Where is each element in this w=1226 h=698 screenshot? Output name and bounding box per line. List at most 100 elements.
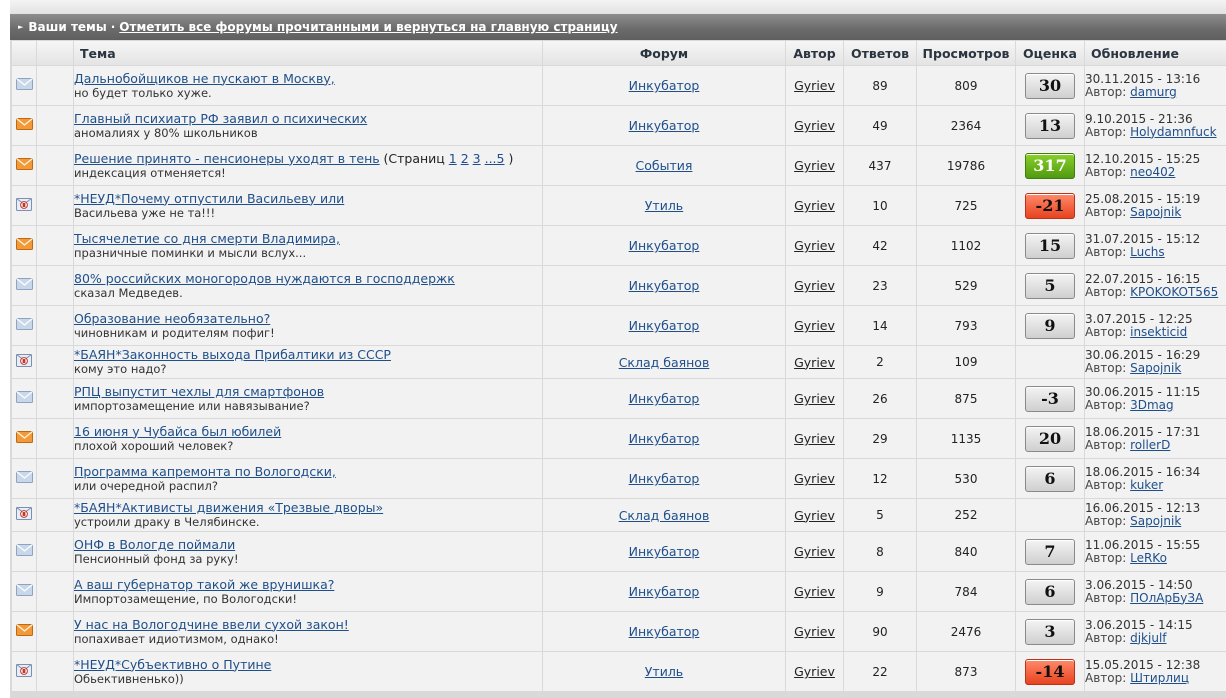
envelope-read-icon[interactable] xyxy=(15,318,33,333)
rating-badge[interactable]: 6 xyxy=(1025,465,1075,492)
topic-title-link[interactable]: *БАЯН*Активисты движения «Трезвые дворы» xyxy=(74,500,383,515)
author-link[interactable]: Gyriev xyxy=(794,78,835,93)
envelope-read-icon[interactable] xyxy=(15,471,33,486)
replies-count[interactable]: 29 xyxy=(844,419,916,458)
forum-link[interactable]: Инкубатор xyxy=(629,624,700,639)
author-link[interactable]: Gyriev xyxy=(794,508,835,523)
topic-status-cell[interactable] xyxy=(12,532,36,571)
envelope-read-icon[interactable] xyxy=(15,391,33,406)
replies-count[interactable]: 42 xyxy=(844,226,916,265)
col-updated[interactable]: Обновление xyxy=(1085,41,1226,65)
updated-by-link[interactable]: damurg xyxy=(1130,85,1177,99)
envelope-read-icon[interactable] xyxy=(15,278,33,293)
envelope-hot-icon[interactable] xyxy=(15,118,33,133)
forum-link[interactable]: Инкубатор xyxy=(629,471,700,486)
envelope-hot-icon[interactable] xyxy=(15,431,33,446)
rating-badge[interactable]: 6 xyxy=(1025,578,1075,605)
rating-badge[interactable]: -21 xyxy=(1025,192,1075,219)
topic-title-link[interactable]: *НЕУД*Субъективно о Путине xyxy=(74,657,271,672)
updated-by-link[interactable]: Sapojnik xyxy=(1130,361,1181,375)
mark-all-read-link[interactable]: Отметить все форумы прочитанными и верну… xyxy=(119,20,617,34)
replies-count[interactable]: 8 xyxy=(844,532,916,571)
topic-status-cell[interactable] xyxy=(12,146,36,185)
topic-status-cell[interactable] xyxy=(12,306,36,345)
updated-by-link[interactable]: kuker xyxy=(1130,478,1163,492)
author-link[interactable]: Gyriev xyxy=(794,158,835,173)
author-link[interactable]: Gyriev xyxy=(794,391,835,406)
rating-badge[interactable]: 30 xyxy=(1025,72,1075,99)
forum-link[interactable]: Инкубатор xyxy=(629,118,700,133)
author-link[interactable]: Gyriev xyxy=(794,624,835,639)
updated-by-link[interactable]: Sapojnik xyxy=(1130,205,1181,219)
replies-count[interactable]: 9 xyxy=(844,572,916,611)
page-link[interactable]: 3 xyxy=(473,151,481,166)
replies-count[interactable]: 2 xyxy=(844,346,916,378)
col-topic[interactable]: Тема xyxy=(74,41,542,65)
author-link[interactable]: Gyriev xyxy=(794,355,835,370)
topic-title-link[interactable]: 80% российских моногородов нуждаются в г… xyxy=(74,271,455,286)
topic-status-cell[interactable] xyxy=(12,499,36,531)
topic-status-cell[interactable] xyxy=(12,652,36,691)
rating-badge[interactable]: -3 xyxy=(1025,385,1075,412)
topic-title-link[interactable]: Образование необязательно? xyxy=(74,311,270,326)
envelope-read-icon[interactable] xyxy=(15,544,33,559)
forum-link[interactable]: Инкубатор xyxy=(629,238,700,253)
topic-title-link[interactable]: Тысячелетие со дня смерти Владимира, xyxy=(74,231,340,246)
replies-count[interactable]: 26 xyxy=(844,379,916,418)
envelope-hot-icon[interactable] xyxy=(15,158,33,173)
forum-link[interactable]: Утиль xyxy=(645,664,683,679)
forum-link[interactable]: Инкубатор xyxy=(629,584,700,599)
rating-badge[interactable]: 9 xyxy=(1025,312,1075,339)
author-link[interactable]: Gyriev xyxy=(794,544,835,559)
topic-title-link[interactable]: *БАЯН*Законность выхода Прибалтики из СС… xyxy=(74,347,391,362)
rating-badge[interactable]: 20 xyxy=(1025,425,1075,452)
forum-link[interactable]: Склад баянов xyxy=(619,355,710,370)
forum-link[interactable]: Инкубатор xyxy=(629,431,700,446)
rating-badge[interactable]: -14 xyxy=(1025,658,1075,685)
topic-title-link[interactable]: Главный психиатр РФ заявил о психических xyxy=(74,111,367,126)
updated-by-link[interactable]: neo402 xyxy=(1130,165,1175,179)
forum-link[interactable]: Инкубатор xyxy=(629,78,700,93)
updated-by-link[interactable]: Sapojnik xyxy=(1130,514,1181,528)
replies-count[interactable]: 5 xyxy=(844,499,916,531)
author-link[interactable]: Gyriev xyxy=(794,278,835,293)
replies-count[interactable]: 12 xyxy=(844,459,916,498)
updated-by-link[interactable]: djkjulf xyxy=(1130,631,1166,645)
page-link[interactable]: 2 xyxy=(461,151,469,166)
updated-by-link[interactable]: Luchs xyxy=(1130,245,1165,259)
rating-badge[interactable]: 317 xyxy=(1025,152,1075,179)
forum-link[interactable]: Инкубатор xyxy=(629,391,700,406)
topic-status-cell[interactable] xyxy=(12,419,36,458)
rating-badge[interactable]: 13 xyxy=(1025,112,1075,139)
replies-count[interactable]: 22 xyxy=(844,652,916,691)
topic-title-link[interactable]: Дальнобойщиков не пускают в Москву, xyxy=(74,71,335,86)
topic-title-link[interactable]: А ваш губернатор такой же врунишка? xyxy=(74,577,334,592)
author-link[interactable]: Gyriev xyxy=(794,431,835,446)
forum-link[interactable]: Утиль xyxy=(645,198,683,213)
replies-count[interactable]: 437 xyxy=(844,146,916,185)
page-link[interactable]: 1 xyxy=(449,151,457,166)
updated-by-link[interactable]: 3Dmag xyxy=(1130,398,1174,412)
envelope-poll-icon[interactable] xyxy=(16,354,32,370)
rating-badge[interactable]: 7 xyxy=(1025,538,1075,565)
topic-title-link[interactable]: 16 июня у Чубайса был юбилей xyxy=(74,424,281,439)
topic-status-cell[interactable] xyxy=(12,106,36,145)
topic-status-cell[interactable] xyxy=(12,226,36,265)
col-replies[interactable]: Ответов xyxy=(844,41,916,65)
page-link[interactable]: ...5 xyxy=(485,151,505,166)
col-forum[interactable]: Форум xyxy=(543,41,785,65)
envelope-read-icon[interactable] xyxy=(15,584,33,599)
updated-by-link[interactable]: insekticid xyxy=(1130,325,1187,339)
envelope-hot-icon[interactable] xyxy=(15,238,33,253)
updated-by-link[interactable]: Holydamnfuck xyxy=(1130,125,1216,139)
author-link[interactable]: Gyriev xyxy=(794,198,835,213)
forum-link[interactable]: Инкубатор xyxy=(629,278,700,293)
envelope-read-icon[interactable] xyxy=(15,78,33,93)
topic-title-link[interactable]: Программа капремонта по Вологодски, xyxy=(74,464,336,479)
envelope-hot-icon[interactable] xyxy=(15,624,33,639)
forum-link[interactable]: Инкубатор xyxy=(629,544,700,559)
col-views[interactable]: Просмотров xyxy=(917,41,1015,65)
updated-by-link[interactable]: KPOKOKOT565 xyxy=(1130,285,1218,299)
envelope-poll-icon[interactable] xyxy=(16,663,32,680)
topic-status-cell[interactable] xyxy=(12,572,36,611)
